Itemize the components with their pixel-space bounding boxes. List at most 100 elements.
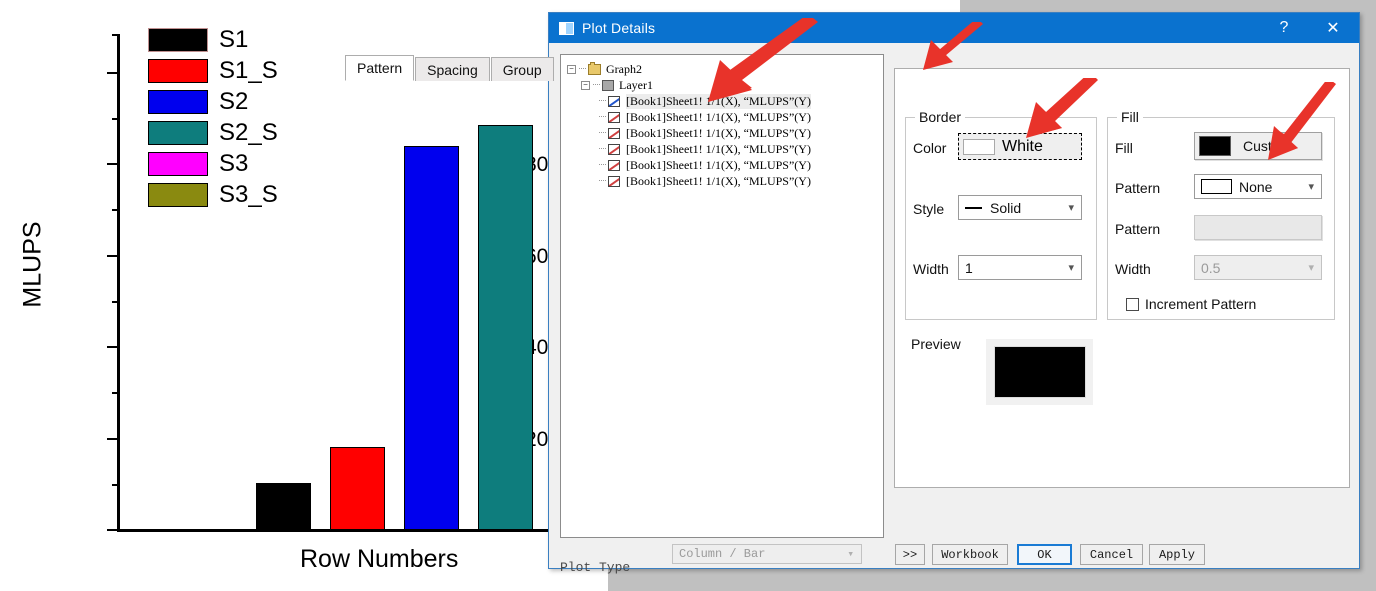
fill-color-button[interactable]: Custom [1194, 132, 1322, 160]
legend-item[interactable]: S3 [148, 148, 278, 179]
border-style-label: Style [913, 201, 945, 217]
tree-label-plot: [Book1]Sheet1! 1/1(X), “MLUPS”(Y) [626, 141, 811, 156]
expander-icon[interactable]: − [581, 80, 590, 90]
chart-legend[interactable]: S1 S1_S S2 S2_S S3 S3_S [148, 24, 278, 210]
tree-item-plot[interactable]: [Book1]Sheet1! 1/1(X), “MLUPS”(Y) [599, 141, 883, 157]
tab-pattern[interactable]: Pattern [345, 55, 415, 81]
plot-dataset-icon[interactable] [608, 175, 620, 187]
plot-dataset-icon[interactable] [608, 143, 620, 155]
tree-item-plot[interactable]: [Book1]Sheet1! 1/1(X), “MLUPS”(Y) [599, 125, 883, 141]
tree-label-graph2: Graph2 [606, 61, 642, 76]
workbook-button[interactable]: Workbook [932, 544, 1008, 565]
tab-spacing[interactable]: Spacing [415, 57, 490, 81]
border-style-combo[interactable]: Solid ▾ [958, 195, 1082, 220]
tree-connector [599, 180, 606, 182]
increment-pattern-label: Increment Pattern [1145, 296, 1257, 312]
fill-pattern-color-button[interactable] [1194, 215, 1322, 240]
legend-swatch-s3 [148, 151, 208, 176]
tab-strip[interactable]: Pattern Spacing Group [345, 55, 555, 81]
increment-pattern-row[interactable]: Increment Pattern [1126, 296, 1256, 312]
pattern-none-swatch [1201, 179, 1232, 194]
legend-item[interactable]: S3_S [148, 179, 278, 210]
legend-item[interactable]: S1 [148, 24, 278, 55]
border-color-button[interactable]: White [958, 133, 1082, 160]
tree-item-plot[interactable]: [Book1]Sheet1! 1/1(X), “MLUPS”(Y) [599, 173, 883, 189]
tree-connector [599, 100, 606, 102]
tree-label-plot: [Book1]Sheet1! 1/1(X), “MLUPS”(Y) [626, 93, 811, 109]
origin-graph-canvas[interactable]: 0 200 400 600 800 1000 MLUPS Row Numbers… [0, 0, 560, 591]
bar-s2-s[interactable] [478, 125, 533, 530]
tree-item-layer1[interactable]: − Layer1 [581, 77, 883, 93]
plot-dataset-icon[interactable] [608, 95, 620, 107]
bar-s1-s[interactable] [330, 447, 385, 530]
fill-width-label: Width [1115, 261, 1151, 277]
chevron-down-icon: ▾ [1308, 262, 1314, 274]
y-tick-minor-300 [112, 392, 119, 394]
help-icon[interactable]: ? [1261, 13, 1307, 43]
tree-connector [599, 164, 606, 166]
plot-type-label: Plot Type [560, 560, 631, 575]
tree-connector [593, 84, 600, 86]
tree-item-plot[interactable]: [Book1]Sheet1! 1/1(X), “MLUPS”(Y) [599, 93, 883, 109]
tab-group[interactable]: Group [490, 57, 554, 81]
y-tick-minor-900 [112, 118, 119, 120]
border-color-label: Color [913, 140, 947, 156]
y-tick-minor-100 [112, 484, 119, 486]
plot-type-value: Column / Bar [679, 547, 766, 561]
preview-label: Preview [911, 336, 961, 352]
y-tick-0 [107, 529, 119, 531]
border-width-value: 1 [965, 259, 973, 276]
close-icon[interactable]: ✕ [1307, 13, 1359, 43]
border-width-combo[interactable]: 1 ▾ [958, 255, 1082, 280]
legend-swatch-s1-s [148, 58, 208, 83]
tree-connector [579, 68, 586, 70]
plot-dataset-icon[interactable] [608, 111, 620, 123]
apply-button[interactable]: Apply [1149, 544, 1205, 565]
fill-width-combo[interactable]: 0.5 ▾ [1194, 255, 1322, 280]
y-tick-200 [107, 438, 119, 440]
folder-icon [588, 61, 601, 75]
dialog-titlebar[interactable]: Plot Details ? ✕ [549, 13, 1359, 43]
border-group-title: Border [915, 109, 966, 125]
ok-button[interactable]: OK [1017, 544, 1072, 565]
plot-type-combo[interactable]: Column / Bar ▾ [672, 544, 862, 564]
fill-color-swatch [1199, 136, 1231, 156]
tree-item-graph2[interactable]: − Graph2 [567, 61, 883, 77]
fill-fill-label: Fill [1115, 140, 1133, 156]
fill-pattern2-label: Pattern [1115, 221, 1161, 237]
border-color-swatch [963, 138, 995, 155]
fill-pattern-combo[interactable]: None ▾ [1194, 174, 1322, 199]
legend-item[interactable]: S2 [148, 86, 278, 117]
expand-button[interactable]: >> [895, 544, 925, 565]
cancel-button[interactable]: Cancel [1080, 544, 1143, 565]
plot-tree-panel[interactable]: − Graph2 − Layer1 [Book1]Sheet1! 1/1(X),… [560, 54, 884, 538]
legend-label-s3-s: S3_S [219, 180, 278, 208]
border-style-value: Solid [990, 199, 1022, 216]
chevron-down-icon: ▾ [1308, 181, 1314, 193]
plot-dataset-icon[interactable] [608, 159, 620, 171]
fill-color-value: Custom [1243, 138, 1292, 154]
bar-s1[interactable] [256, 483, 311, 530]
tree-label-plot: [Book1]Sheet1! 1/1(X), “MLUPS”(Y) [626, 109, 811, 124]
expander-icon[interactable]: − [567, 64, 576, 74]
legend-item[interactable]: S2_S [148, 117, 278, 148]
plot-dataset-icon[interactable] [608, 127, 620, 139]
tree-item-plot[interactable]: [Book1]Sheet1! 1/1(X), “MLUPS”(Y) [599, 157, 883, 173]
increment-pattern-checkbox[interactable] [1126, 297, 1139, 311]
tree-label-plot: [Book1]Sheet1! 1/1(X), “MLUPS”(Y) [626, 125, 811, 140]
tree-label-plot: [Book1]Sheet1! 1/1(X), “MLUPS”(Y) [626, 173, 811, 188]
layer-icon [602, 79, 614, 91]
legend-item[interactable]: S1_S [148, 55, 278, 86]
solid-line-icon [965, 206, 982, 209]
tree-item-plot[interactable]: [Book1]Sheet1! 1/1(X), “MLUPS”(Y) [599, 109, 883, 125]
border-color-value: White [1002, 137, 1043, 155]
legend-swatch-s3-s [148, 182, 208, 207]
titlebar-buttons[interactable]: ? ✕ [1261, 13, 1359, 43]
bar-s2[interactable] [404, 146, 459, 530]
tree-root: − Graph2 − Layer1 [Book1]Sheet1! 1/1(X),… [561, 55, 883, 189]
tree-connector [599, 132, 606, 134]
tree-connector [599, 116, 606, 118]
y-tick-800 [107, 163, 119, 165]
fill-width-value: 0.5 [1201, 259, 1221, 276]
legend-label-s2-s: S2_S [219, 118, 278, 146]
